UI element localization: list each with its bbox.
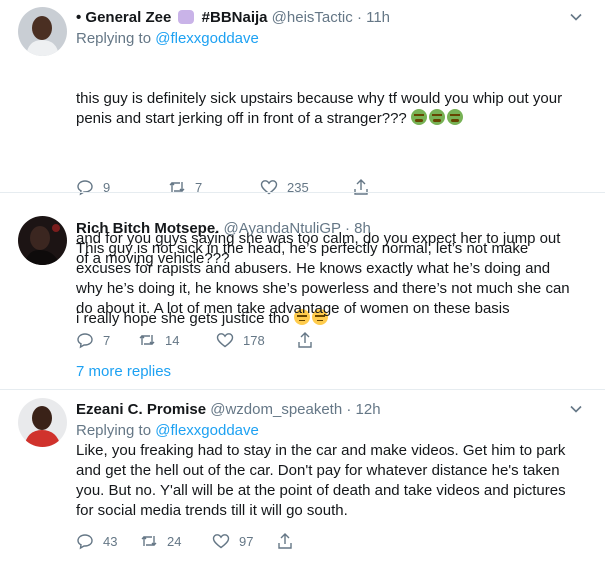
nauseated-face-emoji — [446, 109, 463, 125]
tweet-ezeani-promise[interactable]: Ezeani C. Promise @wzdom_speaketh · 12h … — [0, 390, 605, 564]
like-button[interactable]: 97 — [212, 532, 276, 550]
nauseated-face-emoji — [428, 109, 445, 125]
avatar[interactable] — [18, 216, 67, 265]
retweet-button[interactable]: 14 — [138, 331, 216, 349]
handle[interactable]: @heisTactic — [272, 9, 353, 26]
avatar[interactable] — [18, 398, 67, 447]
mask-emoji — [178, 10, 195, 24]
retweet-icon — [141, 536, 157, 546]
avatar[interactable] — [18, 7, 67, 56]
timestamp[interactable]: 11h — [366, 9, 390, 26]
retweet-button[interactable]: 24 — [140, 532, 212, 550]
display-name[interactable]: Rich Bitch Motsepe. — [76, 220, 219, 237]
tweet-actions: 43 24 97 — [76, 531, 294, 551]
share-icon — [278, 533, 292, 549]
retweet-icon — [139, 335, 155, 345]
hashtag[interactable]: #BBNaija — [202, 9, 268, 26]
timestamp[interactable]: 12h — [356, 401, 381, 418]
handle[interactable]: @AyandaNtuliGP — [224, 220, 341, 237]
chevron-down-icon[interactable] — [569, 402, 583, 416]
like-icon — [216, 333, 234, 348]
reply-button[interactable]: 43 — [76, 532, 140, 550]
reply-icon — [77, 333, 93, 349]
tweet-text: Like, you freaking had to stay in the ca… — [76, 442, 570, 519]
share-button[interactable] — [276, 532, 294, 550]
tweet-rich-bitch-motsepe[interactable]: Rich Bitch Motsepe. @AyandaNtuliGP · 8h … — [0, 193, 605, 353]
handle[interactable]: @wzdom_speaketh — [210, 401, 342, 418]
display-name[interactable]: Ezeani C. Promise — [76, 401, 206, 418]
reply-to-link[interactable]: @flexxgoddave — [155, 30, 259, 47]
tweet-actions: 7 14 178 — [76, 330, 314, 350]
tweet-header: • General Zee #BBNaija @heisTactic · 11h — [76, 9, 391, 26]
nauseated-face-emoji — [410, 109, 427, 125]
more-replies-link[interactable]: 7 more replies — [76, 363, 171, 380]
tweet-text: This guy is not sick in the head, he’s p… — [76, 240, 574, 317]
share-button[interactable] — [296, 331, 314, 349]
like-icon — [212, 534, 230, 549]
reply-button[interactable]: 7 — [76, 331, 138, 349]
replying-to: Replying to @flexxgoddave — [76, 30, 259, 47]
display-name[interactable]: • General Zee — [76, 9, 171, 26]
reply-to-link[interactable]: @flexxgoddave — [155, 422, 259, 439]
chevron-down-icon[interactable] — [569, 10, 583, 24]
reply-icon — [77, 534, 93, 550]
timestamp[interactable]: 8h — [354, 220, 371, 237]
tweet-general-zee[interactable]: • General Zee #BBNaija @heisTactic · 11h… — [0, 0, 605, 327]
like-button[interactable]: 178 — [216, 331, 296, 349]
share-icon — [298, 332, 312, 348]
tweet-header: Ezeani C. Promise @wzdom_speaketh · 12h — [76, 401, 381, 418]
tweet-header: Rich Bitch Motsepe. @AyandaNtuliGP · 8h — [76, 220, 371, 237]
replying-to: Replying to @flexxgoddave — [76, 422, 259, 439]
